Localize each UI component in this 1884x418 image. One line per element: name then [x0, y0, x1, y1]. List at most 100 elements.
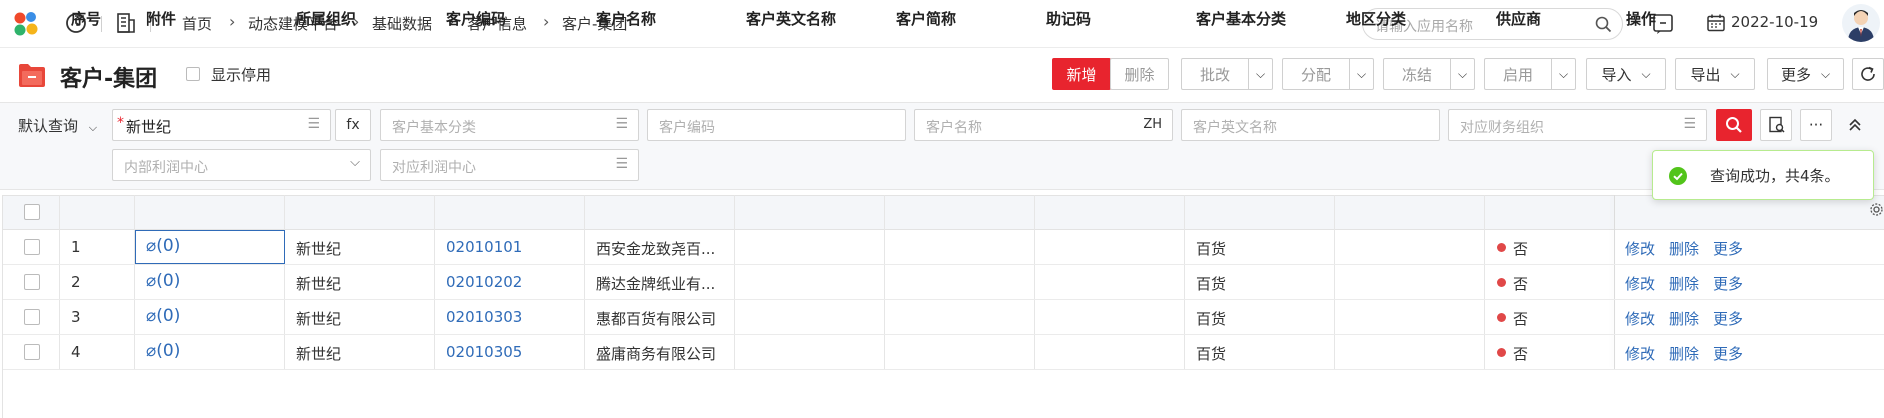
column-header-basic-category: 客户基本分类 — [1196, 10, 1287, 28]
cell-organization: 新世纪 — [296, 345, 342, 363]
user-avatar[interactable] — [1842, 4, 1880, 42]
cell-customer-code-link[interactable]: 02010101 — [446, 238, 522, 256]
english-name-placeholder: 客户英文名称 — [1193, 120, 1277, 136]
attachment-link[interactable]: ⌀(0) — [146, 236, 180, 256]
column-header-attachment: 附件 — [146, 10, 177, 28]
import-label: 导入 — [1601, 65, 1632, 84]
row-edit-link[interactable]: 修改 — [1625, 343, 1655, 364]
success-check-icon — [1669, 167, 1687, 185]
approve-button[interactable]: 批改 ⌵ — [1181, 58, 1273, 90]
chevron-down-icon[interactable]: ⌵ — [1450, 59, 1474, 89]
query-mode-select[interactable]: 默认查询 ⌵ — [18, 115, 97, 136]
chevron-down-icon[interactable]: ⌵ — [1349, 59, 1373, 89]
row-checkbox[interactable] — [24, 239, 40, 255]
cell-customer-code-link[interactable]: 02010305 — [446, 343, 522, 361]
row-checkbox[interactable] — [24, 344, 40, 360]
list-icon[interactable]: ☰ — [1683, 116, 1696, 132]
delete-button[interactable]: 删除 — [1110, 58, 1169, 90]
english-name-input[interactable]: 客户英文名称 — [1181, 109, 1440, 141]
cell-organization: 新世纪 — [296, 310, 342, 328]
refresh-button[interactable] — [1852, 58, 1884, 90]
table-row[interactable] — [2, 265, 1884, 300]
status-dot — [1497, 243, 1506, 252]
language-toggle[interactable]: ZH — [1143, 117, 1162, 132]
attachment-link[interactable]: ⌀(0) — [146, 306, 180, 326]
breadcrumb-home[interactable]: 首页 — [182, 13, 212, 34]
customer-code-input[interactable]: 客户编码 — [647, 109, 906, 141]
customer-name-placeholder: 客户名称 — [926, 120, 982, 136]
search-icon[interactable] — [1595, 16, 1612, 33]
freeze-button[interactable]: 冻结 ⌵ — [1383, 58, 1475, 90]
row-more-link[interactable]: 更多 — [1713, 308, 1743, 329]
search-button[interactable] — [1716, 109, 1752, 141]
chevron-down-icon[interactable]: ⌵ — [1248, 59, 1272, 89]
row-more-link[interactable]: 更多 — [1713, 273, 1743, 294]
chevron-down-icon[interactable]: ⌵ — [1551, 59, 1575, 89]
list-icon[interactable]: ☰ — [307, 116, 320, 132]
row-edit-link[interactable]: 修改 — [1625, 273, 1655, 294]
app-logo-icon[interactable] — [12, 11, 40, 37]
customer-code-placeholder: 客户编码 — [659, 120, 715, 136]
row-delete-link[interactable]: 删除 — [1669, 273, 1699, 294]
page-title: 客户-集团 — [60, 67, 158, 92]
column-header-region: 地区分类 — [1346, 10, 1407, 28]
finance-org-input[interactable]: 对应财务组织 ☰ — [1448, 109, 1707, 141]
column-header-customer-name: 客户名称 — [596, 10, 657, 28]
row-checkbox[interactable] — [24, 309, 40, 325]
row-more-link[interactable]: 更多 — [1713, 343, 1743, 364]
breadcrumb-basic-data[interactable]: 基础数据 — [372, 13, 432, 34]
status-dot — [1497, 313, 1506, 322]
row-checkbox[interactable] — [24, 274, 40, 290]
cell-customer-code-link[interactable]: 02010303 — [446, 308, 522, 326]
select-all-checkbox[interactable] — [24, 204, 40, 220]
corr-profit-center-input[interactable]: 对应利润中心 ☰ — [380, 149, 639, 181]
divider — [101, 16, 102, 32]
corr-profit-center-placeholder: 对应利润中心 — [392, 160, 476, 176]
customer-name-input[interactable]: 客户名称 ZH — [914, 109, 1173, 141]
cell-supplier: 否 — [1513, 240, 1529, 258]
more-options-icon[interactable]: ··· — [1800, 109, 1832, 141]
import-button[interactable]: 导入 ⌵ — [1586, 58, 1666, 90]
add-button[interactable]: 新增 — [1052, 58, 1111, 90]
list-icon[interactable]: ☰ — [615, 116, 628, 132]
row-delete-link[interactable]: 删除 — [1669, 238, 1699, 259]
collapse-up-icon[interactable] — [1846, 116, 1864, 134]
assign-button[interactable]: 分配 ⌵ — [1282, 58, 1374, 90]
row-delete-link[interactable]: 删除 — [1669, 343, 1699, 364]
breadcrumb-chevron-icon: › — [229, 12, 236, 31]
enable-button[interactable]: 启用 ⌵ — [1484, 58, 1576, 90]
column-header-organization: 所属组织 — [296, 10, 357, 28]
paperclip-icon: ⌀ — [146, 236, 157, 256]
basic-category-input[interactable]: 客户基本分类 ☰ — [380, 109, 639, 141]
assign-label: 分配 — [1301, 65, 1332, 84]
column-header-short-name: 客户简称 — [896, 10, 957, 28]
table-row[interactable] — [2, 335, 1884, 370]
advanced-search-button[interactable] — [1760, 109, 1792, 141]
cell-customer-code-link[interactable]: 02010202 — [446, 273, 522, 291]
formula-button[interactable]: fx — [335, 109, 371, 141]
row-edit-link[interactable]: 修改 — [1625, 238, 1655, 259]
row-edit-link[interactable]: 修改 — [1625, 308, 1655, 329]
enable-label: 启用 — [1503, 65, 1534, 84]
profit-center-select[interactable]: 内部利润中心 ⌵ — [112, 149, 371, 181]
export-button[interactable]: 导出 ⌵ — [1675, 58, 1755, 90]
attachment-link[interactable]: ⌀(0) — [146, 341, 180, 361]
column-settings-gear-icon[interactable] — [1869, 202, 1884, 217]
row-more-link[interactable]: 更多 — [1713, 238, 1743, 259]
row-delete-link[interactable]: 删除 — [1669, 308, 1699, 329]
paperclip-icon: ⌀ — [146, 306, 157, 326]
org-filter-input[interactable]: * 新世纪 ☰ — [112, 109, 331, 141]
user-avatar-icon — [1848, 10, 1874, 42]
finance-org-placeholder: 对应财务组织 — [1460, 120, 1544, 136]
attachment-count: (0) — [156, 306, 181, 326]
list-icon[interactable]: ☰ — [615, 156, 628, 172]
calendar-icon[interactable] — [1706, 13, 1726, 33]
table-row[interactable] — [2, 300, 1884, 335]
cell-index: 2 — [71, 273, 81, 291]
chevron-down-icon: ⌵ — [1641, 66, 1651, 81]
attachment-link[interactable]: ⌀(0) — [146, 271, 180, 291]
paperclip-icon: ⌀ — [146, 341, 157, 361]
show-disabled-checkbox[interactable] — [186, 67, 200, 81]
more-button[interactable]: 更多 ⌵ — [1767, 58, 1844, 90]
organization-building-icon[interactable] — [115, 11, 137, 35]
